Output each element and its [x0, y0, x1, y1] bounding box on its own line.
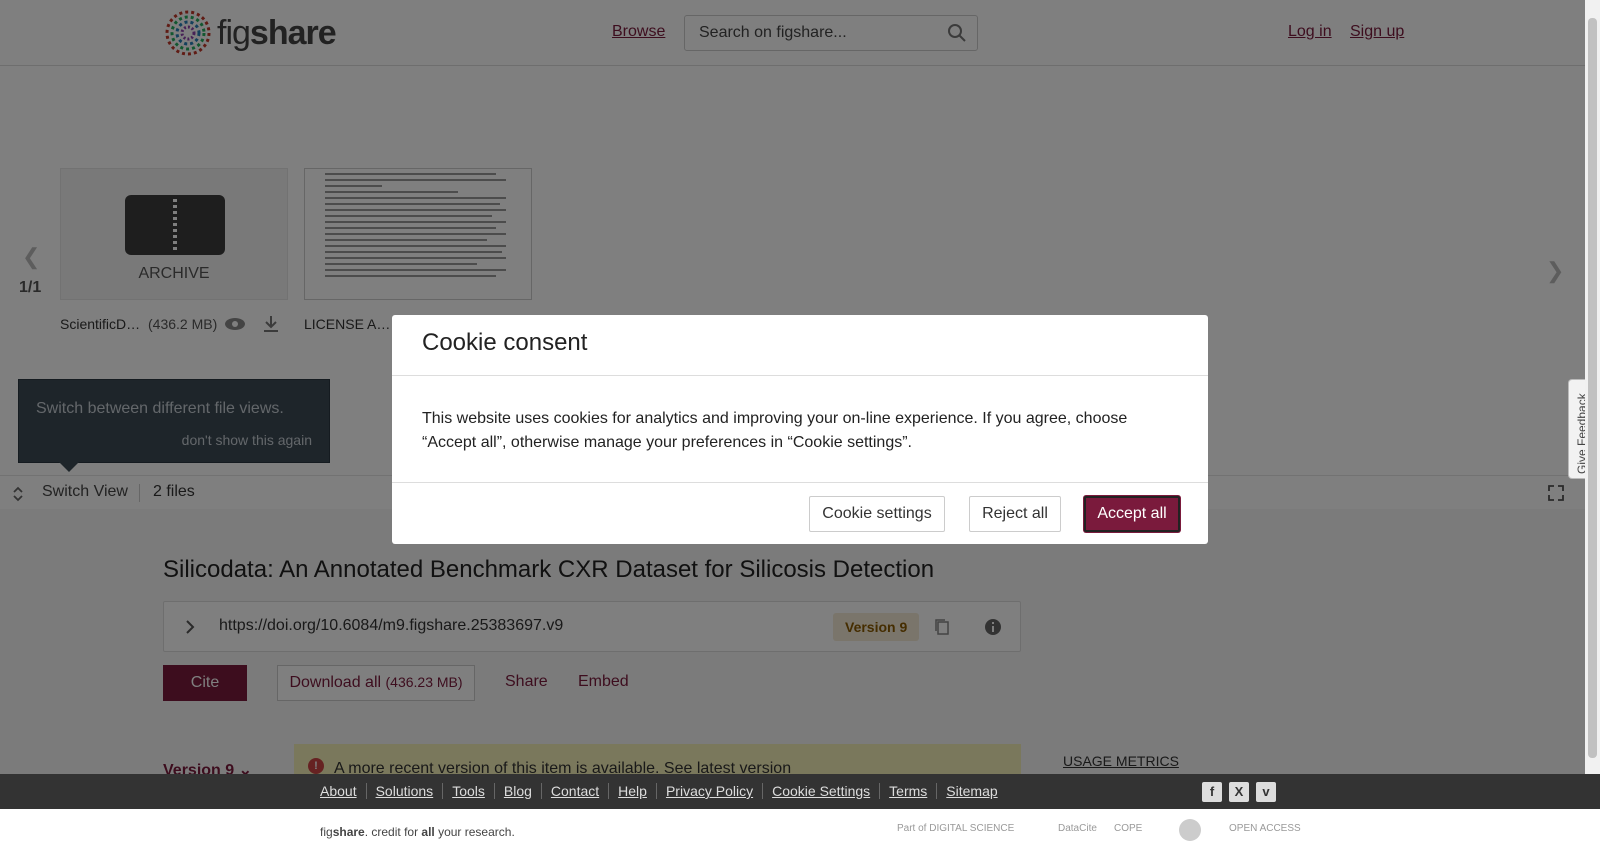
partner-seal-logo[interactable]	[1179, 819, 1201, 841]
footer-link-tools[interactable]: Tools	[443, 783, 495, 799]
accept-all-button[interactable]: Accept all	[1084, 496, 1180, 532]
footer-link-help[interactable]: Help	[609, 783, 657, 799]
footer-nav: About Solutions Tools Blog Contact Help …	[0, 774, 1600, 809]
digital-science-logo[interactable]: Part of DIGITAL SCIENCE	[897, 823, 1014, 834]
cope-logo[interactable]: COPE	[1114, 823, 1142, 834]
footer-links: About Solutions Tools Blog Contact Help …	[320, 783, 1007, 799]
footer-link-terms[interactable]: Terms	[880, 783, 938, 799]
reject-all-button[interactable]: Reject all	[969, 496, 1061, 532]
vimeo-icon[interactable]: v	[1256, 782, 1276, 802]
modal-title: Cookie consent	[422, 329, 588, 356]
footer-link-blog[interactable]: Blog	[495, 783, 542, 799]
cookie-consent-modal: Cookie consent This website uses cookies…	[392, 315, 1208, 544]
x-twitter-icon[interactable]: X	[1229, 782, 1249, 802]
footer-tagline: figshare. credit for all your research.	[320, 825, 515, 839]
footer-link-privacy[interactable]: Privacy Policy	[657, 783, 764, 799]
facebook-icon[interactable]: f	[1202, 782, 1222, 802]
scrollbar[interactable]	[1585, 0, 1600, 774]
datacite-logo[interactable]: DataCite	[1058, 823, 1097, 834]
footer-bottom: figshare. credit for all your research. …	[0, 809, 1600, 857]
footer-link-sitemap[interactable]: Sitemap	[937, 783, 1006, 799]
footer-link-about[interactable]: About	[320, 783, 367, 799]
cookie-settings-button[interactable]: Cookie settings	[809, 496, 945, 532]
modal-body: This website uses cookies for analytics …	[422, 410, 1128, 451]
footer-link-solutions[interactable]: Solutions	[367, 783, 444, 799]
footer-link-contact[interactable]: Contact	[542, 783, 610, 799]
scrollbar-thumb[interactable]	[1588, 18, 1597, 758]
open-access-logo[interactable]: OPEN ACCESS	[1229, 823, 1301, 834]
footer-link-cookie-settings[interactable]: Cookie Settings	[763, 783, 881, 799]
